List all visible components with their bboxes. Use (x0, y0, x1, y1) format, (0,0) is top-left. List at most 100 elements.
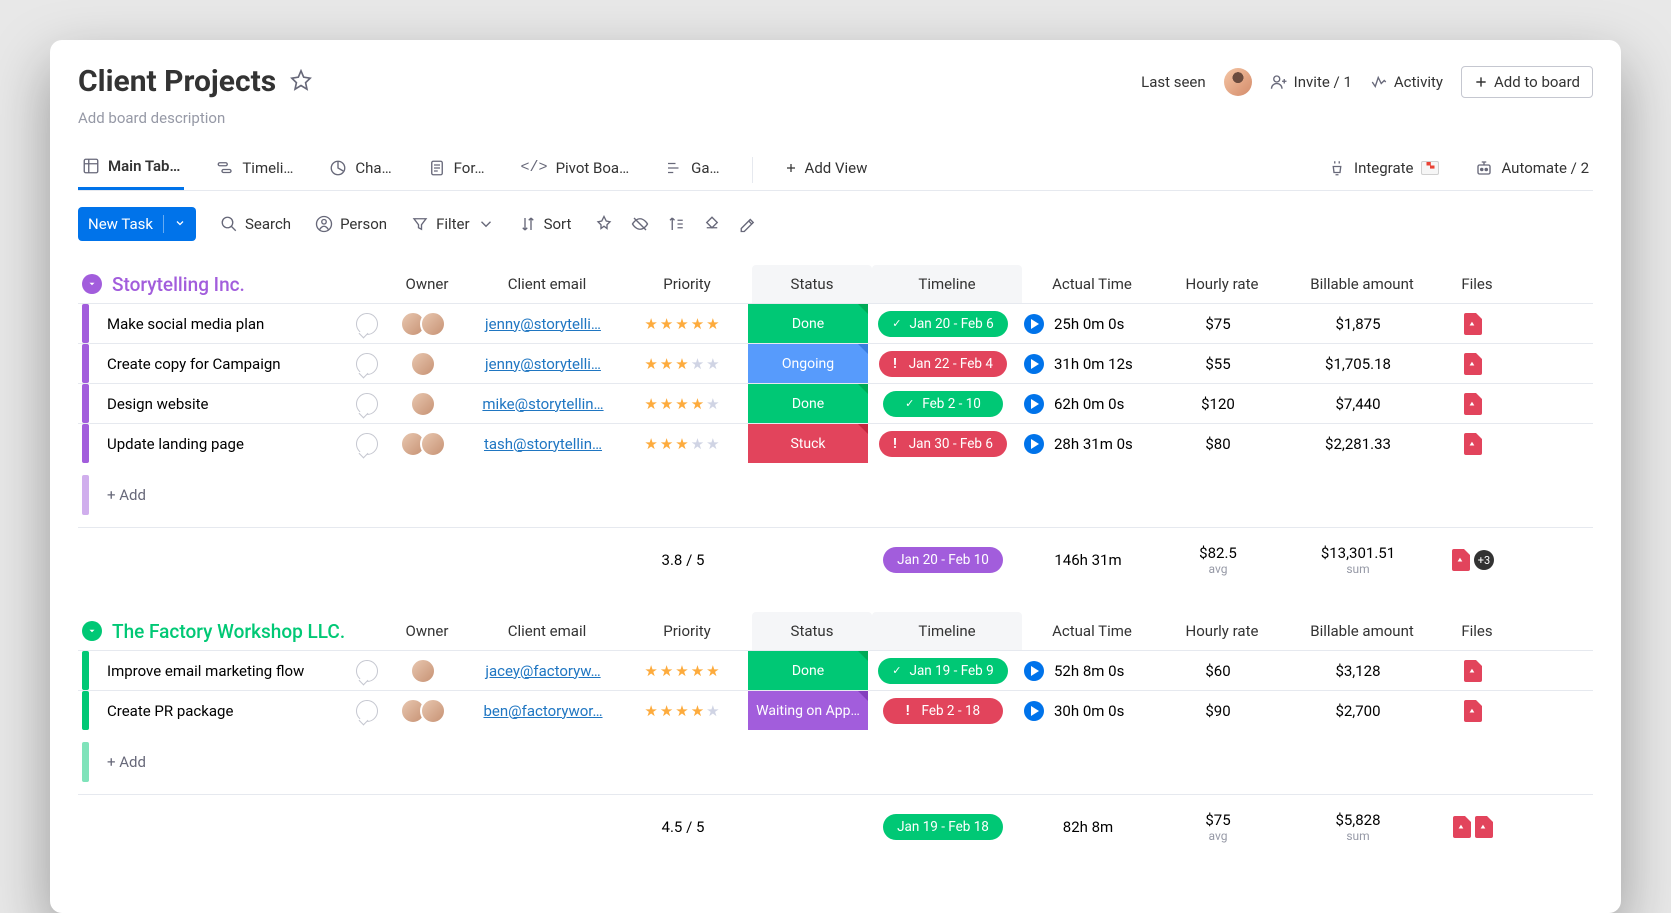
timeline-pill[interactable]: Jan 20 - Feb 6 (878, 311, 1007, 337)
email-link[interactable]: jenny@storytelli… (468, 315, 618, 333)
pdf-icon[interactable] (1464, 313, 1482, 335)
new-task-button[interactable]: New Task (78, 207, 196, 241)
pdf-icon[interactable] (1464, 353, 1482, 375)
chevron-down-icon[interactable] (163, 215, 186, 233)
email-link[interactable]: jacey@factoryw… (468, 662, 618, 680)
timeline-pill[interactable]: Jan 30 - Feb 6 (879, 431, 1007, 457)
table-row[interactable]: Make social media plan jenny@storytelli…… (78, 303, 1593, 343)
status-cell[interactable]: Done (748, 384, 868, 423)
status-cell[interactable]: Stuck (748, 424, 868, 463)
color-icon[interactable] (703, 215, 721, 233)
files-more-badge[interactable]: +3 (1474, 550, 1494, 570)
tab-timeline[interactable]: Timeli… (212, 151, 297, 189)
owner-cell[interactable] (378, 304, 468, 343)
column-header[interactable]: Files (1442, 622, 1512, 640)
table-row[interactable]: Update landing page tash@storytellin… ★★… (78, 423, 1593, 463)
column-header[interactable]: Actual Time (1022, 275, 1162, 293)
column-header[interactable]: Hourly rate (1162, 275, 1282, 293)
status-cell[interactable]: Waiting on App… (748, 691, 868, 730)
collapse-icon[interactable] (82, 621, 102, 641)
email-link[interactable]: mike@storytellin… (468, 395, 618, 413)
avatar[interactable] (420, 698, 446, 724)
table-row[interactable]: Design website mike@storytellin… ★★★★★ D… (78, 383, 1593, 423)
activity-button[interactable]: Activity (1370, 73, 1443, 91)
pdf-icon[interactable] (1464, 393, 1482, 415)
chat-icon[interactable] (356, 353, 378, 375)
play-icon[interactable] (1024, 701, 1044, 721)
play-icon[interactable] (1024, 434, 1044, 454)
column-header[interactable]: Timeline (872, 265, 1022, 303)
email-link[interactable]: ben@factorywor… (468, 702, 618, 720)
column-header[interactable]: Owner (382, 275, 472, 293)
chat-icon[interactable] (356, 313, 378, 335)
owner-cell[interactable] (378, 651, 468, 690)
email-link[interactable]: tash@storytellin… (468, 435, 618, 453)
column-header[interactable]: Status (752, 265, 872, 303)
star-icon[interactable] (290, 69, 312, 95)
priority-stars[interactable]: ★★★★★ (618, 435, 748, 453)
pdf-icon[interactable] (1464, 660, 1482, 682)
tab-main[interactable]: Main Tab… (78, 149, 184, 190)
sort-button[interactable]: Sort (519, 215, 572, 233)
column-header[interactable]: Priority (622, 275, 752, 293)
avatar[interactable] (410, 351, 436, 377)
timeline-pill[interactable]: Jan 19 - Feb 9 (878, 658, 1007, 684)
chat-icon[interactable] (356, 700, 378, 722)
tab-chart[interactable]: Cha… (325, 151, 395, 189)
owner-cell[interactable] (378, 424, 468, 463)
timeline-pill[interactable]: Jan 22 - Feb 4 (879, 351, 1007, 377)
pin-icon[interactable] (595, 215, 613, 233)
status-cell[interactable]: Done (748, 651, 868, 690)
tab-pivot[interactable]: </>Pivot Boa… (517, 151, 634, 189)
column-header[interactable]: Status (752, 612, 872, 650)
column-header[interactable]: Timeline (872, 612, 1022, 650)
column-header[interactable]: Billable amount (1282, 275, 1442, 293)
integrate-button[interactable]: Integrate (1324, 151, 1443, 189)
owner-cell[interactable] (378, 344, 468, 383)
avatar[interactable] (1224, 68, 1252, 96)
play-icon[interactable] (1024, 314, 1044, 334)
owner-cell[interactable] (378, 691, 468, 730)
automate-button[interactable]: Automate / 2 (1471, 151, 1593, 189)
column-header[interactable]: Files (1442, 275, 1512, 293)
column-header[interactable]: Billable amount (1282, 622, 1442, 640)
priority-stars[interactable]: ★★★★★ (618, 315, 748, 333)
table-row[interactable]: Create copy for Campaign jenny@storytell… (78, 343, 1593, 383)
hide-icon[interactable] (631, 215, 649, 233)
priority-stars[interactable]: ★★★★★ (618, 702, 748, 720)
column-header[interactable]: Owner (382, 622, 472, 640)
avatar[interactable] (410, 658, 436, 684)
search-button[interactable]: Search (220, 215, 291, 233)
group-title[interactable]: The Factory Workshop LLC. (82, 620, 382, 643)
priority-stars[interactable]: ★★★★★ (618, 355, 748, 373)
column-header[interactable]: Hourly rate (1162, 622, 1282, 640)
column-header[interactable]: Priority (622, 622, 752, 640)
timeline-pill[interactable]: Feb 2 - 10 (883, 391, 1003, 417)
play-icon[interactable] (1024, 394, 1044, 414)
avatar[interactable] (410, 391, 436, 417)
priority-stars[interactable]: ★★★★★ (618, 662, 748, 680)
play-icon[interactable] (1024, 354, 1044, 374)
timeline-pill[interactable]: Feb 2 - 18 (883, 698, 1003, 724)
person-filter[interactable]: Person (315, 215, 387, 233)
group-title[interactable]: Storytelling Inc. (82, 273, 382, 296)
height-icon[interactable] (667, 215, 685, 233)
pdf-icon[interactable] (1464, 433, 1482, 455)
play-icon[interactable] (1024, 661, 1044, 681)
pdf-icon[interactable] (1464, 700, 1482, 722)
status-cell[interactable]: Done (748, 304, 868, 343)
add-task[interactable]: + Add (78, 730, 1593, 795)
invite-button[interactable]: Invite / 1 (1270, 73, 1352, 91)
table-row[interactable]: Improve email marketing flow jacey@facto… (78, 650, 1593, 690)
board-description[interactable]: Add board description (78, 109, 1593, 127)
add-view-button[interactable]: Add View (781, 151, 872, 189)
column-header[interactable]: Actual Time (1022, 622, 1162, 640)
tab-gantt[interactable]: Ga… (661, 151, 723, 189)
add-task[interactable]: + Add (78, 463, 1593, 528)
chat-icon[interactable] (356, 433, 378, 455)
column-header[interactable]: Client email (472, 622, 622, 640)
table-row[interactable]: Create PR package ben@factorywor… ★★★★★ … (78, 690, 1593, 730)
chat-icon[interactable] (356, 660, 378, 682)
add-to-board-button[interactable]: Add to board (1461, 66, 1593, 98)
cleanup-icon[interactable] (739, 215, 757, 233)
